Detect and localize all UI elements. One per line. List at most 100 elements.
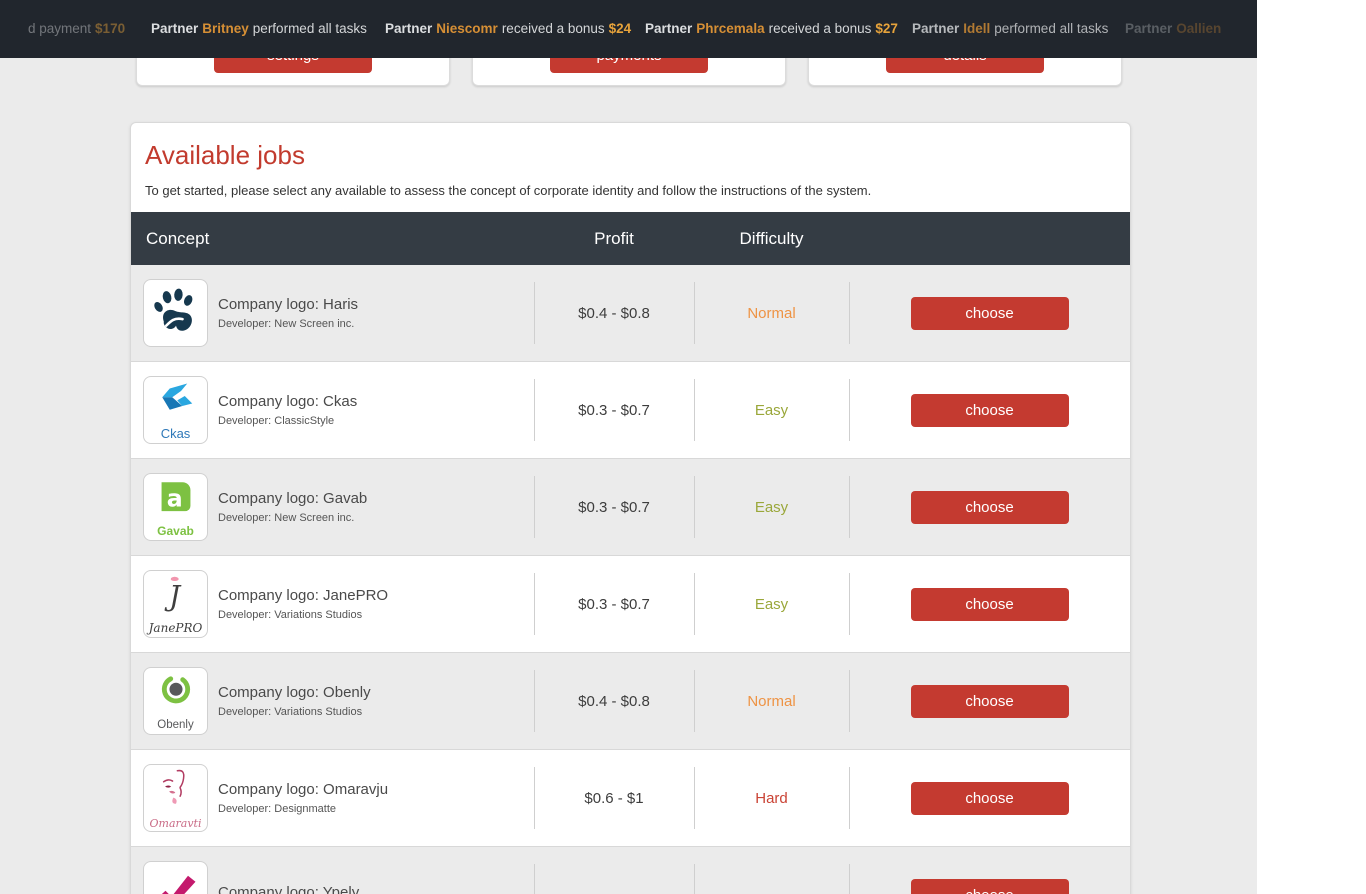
concept-cell: Ckas Company logo: Ckas Developer: Classic… — [131, 362, 534, 458]
obenly-icon — [154, 670, 198, 719]
job-row: Omaravti Company logo: Omaravju Developer:… — [131, 750, 1130, 847]
paw-icon — [150, 285, 202, 342]
svg-text:J: J — [164, 581, 182, 613]
difficulty-cell — [694, 847, 849, 894]
profit-cell: $0.3 - $0.7 — [534, 556, 694, 652]
job-developer: Developer: ClassicStyle — [218, 415, 335, 427]
company-logo: J JanePRO — [143, 570, 208, 638]
job-row: J JanePRO Company logo: JanePRO Developer: … — [131, 556, 1130, 653]
action-cell: choose — [849, 265, 1130, 361]
omaravju-icon — [154, 768, 198, 817]
job-name: Company logo: Ckas — [218, 393, 358, 410]
ticker-item: Partner Britney performed all tasks — [151, 21, 367, 36]
ticker-item: Partner Oallien — [1125, 21, 1222, 36]
company-logo — [143, 861, 208, 894]
action-cell: choose — [849, 556, 1130, 652]
company-logo-caption: Obenly — [157, 719, 194, 732]
concept-cell: Obenly Company logo: Obenly Developer: Var… — [131, 653, 534, 749]
difficulty-cell: Normal — [694, 653, 849, 749]
company-logo-caption: Gavab — [157, 524, 194, 538]
concept-cell: Company logo: Haris Developer: New Screen… — [131, 265, 534, 361]
company-logo: Obenly — [143, 667, 208, 735]
company-logo-caption: JanePRO — [148, 621, 203, 635]
job-developer: Developer: New Screen inc. — [218, 512, 355, 524]
job-text: Company logo: Obenly Developer: Variation… — [218, 684, 371, 718]
column-header-profit: Profit — [594, 228, 634, 248]
choose-button[interactable]: choose — [910, 296, 1069, 330]
concept-cell: Omaravti Company logo: Omaravju Developer:… — [131, 750, 534, 846]
janepro-icon: J — [155, 574, 197, 621]
gavab-icon: a — [155, 477, 197, 524]
job-developer: Developer: Variations Studios — [218, 706, 363, 718]
jobs-table-body: Company logo: Haris Developer: New Screen… — [131, 265, 1130, 894]
job-text: Company logo: Gavab Developer: New Screen… — [218, 490, 367, 524]
ticker-item: d payment $170 — [28, 21, 126, 36]
profit-cell: $0.4 - $0.8 — [534, 653, 694, 749]
job-row: Company logo: Haris Developer: New Screen… — [131, 265, 1130, 362]
company-logo-caption: Omaravti — [149, 816, 202, 830]
concept-cell: a Gavab Company logo: Gavab Developer: New … — [131, 459, 534, 555]
company-logo: Omaravti — [143, 764, 208, 832]
ticker-item: Partner Idell performed all tasks — [912, 21, 1109, 36]
job-name: Company logo: JanePRO — [218, 587, 389, 604]
difficulty-cell: Easy — [694, 459, 849, 555]
profit-cell: $0.3 - $0.7 — [534, 362, 694, 458]
svg-text:a: a — [166, 485, 182, 513]
page-root: settings payments details d payment$170 … — [0, 0, 1257, 894]
job-name: Company logo: Obenly — [218, 684, 371, 701]
difficulty-cell: Normal — [694, 265, 849, 361]
job-row: Company logo: Ypely choose — [131, 847, 1130, 894]
table-header: Concept Profit Difficulty — [131, 212, 1130, 265]
ticker-item: Partner Niescomr received a bonus $24 — [385, 21, 632, 36]
company-logo — [143, 279, 208, 347]
column-header-difficulty: Difficulty — [739, 228, 804, 248]
difficulty-cell: Easy — [694, 362, 849, 458]
job-row: Obenly Company logo: Obenly Developer: Var… — [131, 653, 1130, 750]
column-header-concept: Concept — [146, 228, 210, 248]
panel-subtitle: To get started, please select any availa… — [145, 183, 872, 198]
company-logo: Ckas — [143, 376, 208, 444]
job-text: Company logo: Ckas Developer: ClassicStyl… — [218, 393, 357, 427]
job-developer: Developer: Variations Studios — [218, 609, 363, 621]
choose-button[interactable]: choose — [910, 587, 1069, 621]
profit-cell: $0.6 - $1 — [534, 750, 694, 846]
available-jobs-panel: Available jobs To get started, please se… — [130, 122, 1131, 894]
job-text: Company logo: Haris Developer: New Screen… — [218, 296, 358, 330]
company-logo: a Gavab — [143, 473, 208, 541]
job-text: Company logo: JanePRO Developer: Variatio… — [218, 587, 388, 621]
page-title: Available jobs — [145, 140, 305, 170]
panel-header: Available jobs To get started, please se… — [131, 123, 1130, 212]
profit-cell: $0.3 - $0.7 — [534, 459, 694, 555]
action-cell: choose — [849, 653, 1130, 749]
difficulty-cell: Easy — [694, 556, 849, 652]
action-cell: choose — [849, 847, 1130, 894]
job-row: Ckas Company logo: Ckas Developer: Classic… — [131, 362, 1130, 459]
ypely-icon — [152, 869, 200, 894]
profit-cell: $0.4 - $0.8 — [534, 265, 694, 361]
ticker-item: Partner Phrcemala received a bonus $27 — [645, 21, 898, 36]
action-cell: choose — [849, 459, 1130, 555]
action-cell: choose — [849, 750, 1130, 846]
company-logo-caption: Ckas — [160, 425, 191, 441]
choose-button[interactable]: choose — [910, 684, 1069, 718]
job-name: Company logo: Haris — [218, 296, 359, 313]
job-name: Company logo: Gavab — [218, 490, 368, 507]
job-text: Company logo: Omaravju Developer: Designm… — [218, 781, 388, 815]
concept-cell: J JanePRO Company logo: JanePRO Developer: … — [131, 556, 534, 652]
job-developer: Developer: New Screen inc. — [218, 318, 355, 330]
difficulty-cell: Hard — [694, 750, 849, 846]
notification-ticker: d payment $170 Partner Britney performed al… — [0, 0, 1257, 58]
choose-button[interactable]: choose — [910, 781, 1069, 815]
job-row: a Gavab Company logo: Gavab Developer: New … — [131, 459, 1130, 556]
job-text: Company logo: Ypely — [218, 884, 359, 894]
choose-button[interactable]: choose — [910, 393, 1069, 427]
ckas-icon — [156, 381, 196, 426]
action-cell: choose — [849, 362, 1130, 458]
job-name: Company logo: Ypely — [218, 884, 360, 894]
job-name: Company logo: Omaravju — [218, 781, 389, 798]
job-developer: Developer: Designmatte — [218, 803, 337, 815]
profit-cell — [534, 847, 694, 894]
concept-cell: Company logo: Ypely — [131, 847, 534, 894]
choose-button[interactable]: choose — [910, 490, 1069, 524]
choose-button[interactable]: choose — [910, 878, 1069, 894]
